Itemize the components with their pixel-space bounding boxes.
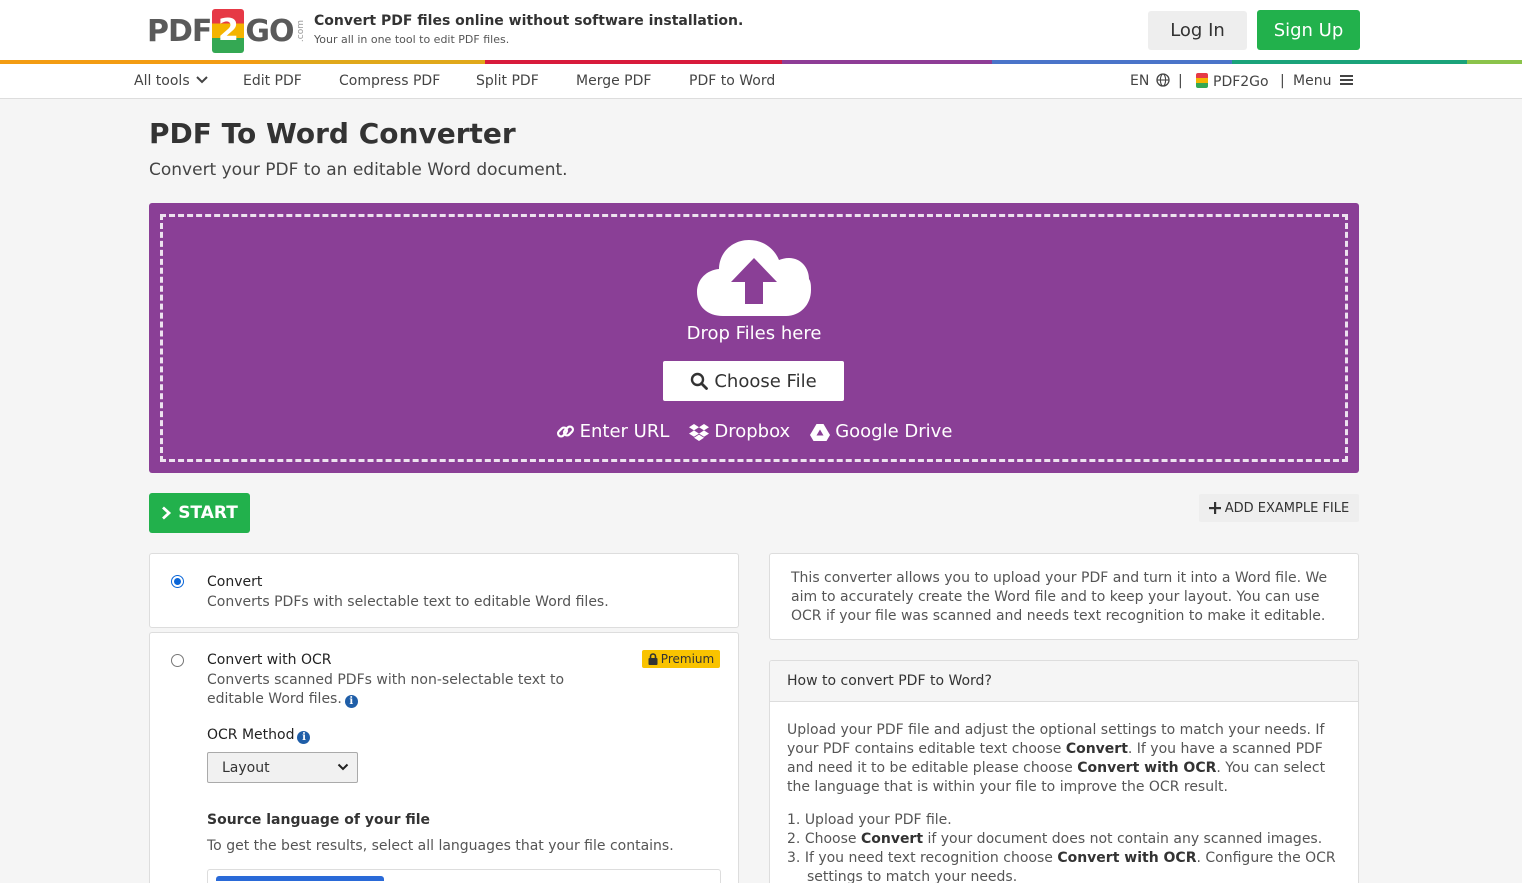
logo-pdf-text: PDF: [147, 13, 212, 49]
nav-all-tools-label: All tools: [134, 73, 190, 89]
chevron-down-icon: [337, 763, 349, 771]
dropbox-icon: [689, 423, 710, 441]
step-text: If you need text recognition choose: [804, 850, 1058, 866]
nav-bar: All tools Edit PDF Compress PDF Split PD…: [0, 64, 1522, 99]
pdf2go-logo[interactable]: PDF 2 GO .com: [147, 8, 306, 54]
language-select-bar: [216, 876, 384, 881]
google-drive-label: Google Drive: [835, 421, 953, 442]
upload-sources: Enter URL Dropbox Google Drive: [149, 421, 1359, 442]
ocr-method-label: OCR Method i: [207, 727, 311, 744]
source-language-desc: To get the best results, select all lang…: [207, 838, 674, 854]
chevron-right-icon: [162, 506, 172, 520]
howto-bold-convert: Convert: [1065, 741, 1128, 757]
howto-title: How to convert PDF to Word?: [770, 661, 1358, 702]
pdf2go-mini-icon: [1196, 73, 1208, 88]
info-icon[interactable]: i: [344, 695, 358, 708]
howto-paragraph: Upload your PDF file and adjust the opti…: [787, 721, 1342, 797]
tagline-sub: Your all in one tool to edit PDF files.: [314, 33, 510, 46]
dropbox-link[interactable]: Dropbox: [689, 421, 790, 442]
howto-card: How to convert PDF to Word? Upload your …: [769, 660, 1359, 883]
converter-description: This converter allows you to upload your…: [791, 570, 1328, 624]
plus-icon: [1208, 502, 1221, 514]
nav-separator: |: [1178, 73, 1183, 89]
logo-com-text: .com: [295, 19, 306, 43]
tagline: Convert PDF files online without softwar…: [314, 13, 743, 46]
nav-pdf-to-word[interactable]: PDF to Word: [689, 73, 775, 89]
language-label: EN: [1130, 73, 1150, 89]
step-text: Choose: [804, 831, 861, 847]
ocr-method-value: Layout: [222, 759, 270, 776]
drop-files-text: Drop Files here: [686, 323, 822, 344]
ocr-desc: Converts scanned PDFs with non-selectabl…: [207, 671, 607, 709]
nav-separator: |: [1280, 73, 1285, 89]
nav-brand-link[interactable]: PDF2Go: [1196, 73, 1269, 90]
link-icon: [556, 425, 574, 438]
convert-title: Convert: [207, 574, 263, 590]
convert-radio[interactable]: [171, 575, 184, 588]
hamburger-icon: [1339, 75, 1353, 85]
howto-steps: 1. Upload your PDF file. 2. Choose Conve…: [787, 811, 1342, 883]
add-example-file-label: ADD EXAMPLE FILE: [1224, 500, 1350, 516]
converter-description-card: This converter allows you to upload your…: [769, 553, 1359, 640]
premium-badge: Premium: [642, 650, 720, 668]
source-language-title: Source language of your file: [207, 812, 431, 828]
nav-all-tools[interactable]: All tools: [134, 73, 208, 89]
howto-step: 3. If you need text recognition choose C…: [787, 849, 1342, 883]
cloud-upload-icon: [697, 240, 811, 316]
logo-2-block: 2: [212, 9, 245, 53]
step-number: 1.: [787, 812, 801, 828]
choose-file-button[interactable]: Choose File: [663, 361, 844, 401]
step-text: if your document does not contain any sc…: [923, 831, 1323, 847]
logo-2-text: 2: [217, 13, 239, 48]
globe-icon: [1156, 73, 1170, 87]
ocr-radio[interactable]: [171, 654, 184, 667]
nav-brand-label: PDF2Go: [1213, 74, 1269, 90]
start-label: START: [178, 503, 238, 523]
choose-file-label: Choose File: [714, 370, 817, 392]
ocr-desc-text: Converts scanned PDFs with non-selectabl…: [207, 672, 565, 707]
step-number: 3.: [787, 850, 801, 866]
logo-go-text: GO: [245, 13, 294, 49]
enter-url-link[interactable]: Enter URL: [556, 421, 670, 442]
nav-compress-pdf[interactable]: Compress PDF: [339, 73, 440, 89]
ocr-method-select[interactable]: Layout: [207, 752, 358, 783]
convert-desc: Converts PDFs with selectable text to ed…: [207, 594, 609, 610]
premium-label: Premium: [660, 652, 715, 666]
nav-menu[interactable]: Menu: [1293, 73, 1353, 89]
option-convert-card[interactable]: Convert Converts PDFs with selectable te…: [149, 553, 739, 628]
step-text: Upload your PDF file.: [804, 812, 952, 828]
top-header: PDF 2 GO .com Convert PDF files online w…: [0, 0, 1522, 60]
step-bold: Convert: [860, 831, 924, 847]
start-button[interactable]: START: [149, 493, 250, 533]
page-title: PDF To Word Converter: [149, 117, 516, 150]
enter-url-label: Enter URL: [579, 421, 670, 442]
ocr-title: Convert with OCR: [207, 652, 332, 668]
howto-step: 2. Choose Convert if your document does …: [787, 830, 1342, 849]
nav-menu-label: Menu: [1293, 73, 1332, 89]
login-button[interactable]: Log In: [1148, 11, 1247, 50]
tagline-main: Convert PDF files online without softwar…: [314, 13, 744, 29]
nav-merge-pdf[interactable]: Merge PDF: [576, 73, 651, 89]
nav-split-pdf[interactable]: Split PDF: [476, 73, 539, 89]
search-icon: [691, 372, 709, 390]
add-example-file-button[interactable]: ADD EXAMPLE FILE: [1199, 494, 1359, 522]
step-bold: Convert with OCR: [1057, 850, 1197, 866]
ocr-method-text: OCR Method: [207, 727, 295, 743]
option-ocr-card[interactable]: Convert with OCR Premium Converts scanne…: [149, 632, 739, 883]
nav-edit-pdf[interactable]: Edit PDF: [243, 73, 302, 89]
file-dropzone[interactable]: Drop Files here Choose File Enter URL Dr…: [149, 203, 1359, 473]
signup-button[interactable]: Sign Up: [1257, 10, 1360, 50]
howto-step: 1. Upload your PDF file.: [787, 811, 1342, 830]
info-icon[interactable]: i: [297, 731, 311, 744]
chevron-down-icon: [196, 76, 208, 84]
dropbox-label: Dropbox: [714, 421, 791, 442]
page-subtitle: Convert your PDF to an editable Word doc…: [149, 160, 568, 180]
lock-icon: [648, 653, 658, 665]
howto-bold-ocr: Convert with OCR: [1077, 760, 1217, 776]
google-drive-icon: [810, 423, 831, 441]
language-selector[interactable]: EN: [1130, 73, 1170, 89]
google-drive-link[interactable]: Google Drive: [810, 421, 952, 442]
step-number: 2.: [787, 831, 801, 847]
language-select-box[interactable]: [207, 869, 721, 883]
